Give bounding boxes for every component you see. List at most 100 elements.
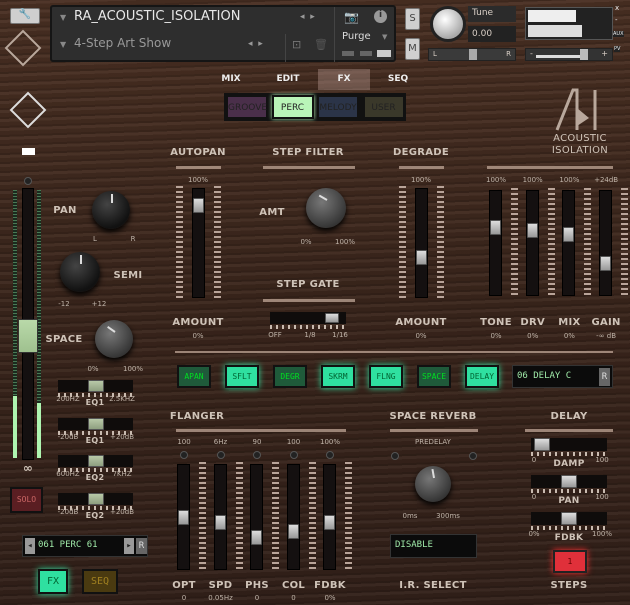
fx-toggle-flng[interactable]: FLNG: [369, 365, 403, 388]
info-icon[interactable]: i: [374, 10, 387, 23]
autopan-fader[interactable]: [192, 188, 205, 298]
save-icon[interactable]: ⊡: [292, 38, 301, 51]
solo-header-button[interactable]: S: [405, 8, 420, 30]
category-perc[interactable]: PERC: [272, 95, 314, 119]
master-mix-fader-handle[interactable]: [563, 227, 574, 242]
flanger-opt-fader[interactable]: [177, 464, 190, 570]
volume-handle[interactable]: [580, 49, 588, 60]
flanger-col-fader[interactable]: [287, 464, 300, 570]
flanger-col-fader-handle[interactable]: [288, 524, 299, 539]
tab-fx[interactable]: FX: [318, 69, 370, 90]
preset-name[interactable]: 061 PERC 61: [38, 540, 98, 550]
tab-edit[interactable]: EDIT: [274, 69, 302, 90]
preset-next-button[interactable]: ▸: [124, 538, 134, 554]
master-mix-fader[interactable]: [562, 190, 575, 296]
fx-toggle-sflt[interactable]: SFLT: [225, 365, 259, 388]
eq-handle[interactable]: [88, 455, 104, 467]
delay-handle[interactable]: [561, 512, 577, 525]
steps-button[interactable]: 1: [553, 550, 587, 573]
mute-header-button[interactable]: M: [405, 38, 420, 60]
instrument-name[interactable]: RA_ACOUSTIC_ISOLATION: [74, 9, 240, 24]
flanger-fdbk-fader[interactable]: [323, 464, 336, 570]
space-knob[interactable]: [95, 320, 133, 358]
delay-handle[interactable]: [534, 438, 550, 451]
delay-pan-slider[interactable]: [531, 475, 607, 488]
instrument-prev-next[interactable]: ◂ ▸: [300, 12, 315, 22]
dropdown-icon[interactable]: ▼: [60, 40, 66, 49]
tune-knob[interactable]: [430, 6, 466, 42]
predelay-knob[interactable]: [415, 466, 451, 502]
step-gate-slider[interactable]: [270, 312, 346, 324]
delay-handle[interactable]: [561, 475, 577, 488]
camera-icon[interactable]: 📷: [344, 10, 359, 24]
master-tone-fader-handle[interactable]: [490, 220, 501, 235]
pan-knob[interactable]: [92, 191, 130, 229]
eq-slider-2[interactable]: [58, 418, 133, 430]
minimize-button[interactable]: -: [615, 16, 618, 24]
flanger-opt-fader-handle[interactable]: [178, 510, 189, 525]
delay-name-label: PAN: [558, 496, 579, 506]
eq-slider-1[interactable]: [58, 380, 133, 392]
wrench-button[interactable]: 🔧: [10, 8, 40, 24]
flanger-phs-fader-handle[interactable]: [251, 530, 262, 545]
master-drv-fader-handle[interactable]: [527, 223, 538, 238]
flanger-fdbk-fader-handle[interactable]: [324, 515, 335, 530]
category-user[interactable]: USER: [363, 95, 405, 119]
delete-icon[interactable]: 🗑: [314, 38, 328, 51]
eq-slider-4[interactable]: [58, 493, 133, 505]
degrade-fader[interactable]: [415, 188, 428, 298]
snapshot-prev-next[interactable]: ◂ ▸: [248, 39, 263, 49]
infinity-link[interactable]: ∞: [23, 461, 33, 475]
eq-handle[interactable]: [88, 418, 104, 430]
aux-button[interactable]: AUX: [613, 31, 624, 37]
tab-seq[interactable]: SEQ: [386, 69, 410, 90]
pv-button[interactable]: PV: [614, 46, 620, 52]
autopan-fader-handle[interactable]: [193, 198, 204, 213]
delay-fdbk-slider[interactable]: [531, 512, 607, 525]
close-button[interactable]: x: [615, 4, 619, 12]
eq-handle[interactable]: [88, 493, 104, 505]
tune-value[interactable]: 0.00: [468, 26, 516, 42]
space-max-label: 100%: [123, 365, 143, 373]
fx-toggle-skrm[interactable]: SKRM: [321, 365, 355, 388]
fx-preset-reset-button[interactable]: R: [599, 368, 610, 386]
preset-prev-button[interactable]: ◂: [25, 538, 35, 554]
ir-select-display[interactable]: DISABLE: [390, 534, 477, 558]
volume-slider[interactable]: - +: [525, 48, 613, 61]
delay-damp-slider[interactable]: [531, 438, 607, 451]
flanger-phs-fader[interactable]: [250, 464, 263, 570]
eq-handle[interactable]: [88, 380, 104, 392]
master-tone-fader[interactable]: [489, 190, 502, 296]
fx-toggle-degr[interactable]: DEGR: [273, 365, 307, 388]
fx-preset-name[interactable]: 06 DELAY C: [517, 371, 571, 381]
flanger-spd-fader-handle[interactable]: [215, 515, 226, 530]
semi-knob[interactable]: [60, 252, 100, 292]
snapshot-name[interactable]: 4-Step Art Show: [74, 36, 171, 50]
pan-slider[interactable]: L R: [428, 48, 516, 61]
master-gain-fader[interactable]: [599, 190, 612, 296]
fx-toggle-space[interactable]: SPACE: [417, 365, 451, 388]
dropdown-icon[interactable]: ▼: [60, 13, 66, 22]
master-gain-fader-handle[interactable]: [600, 256, 611, 271]
main-volume-fader[interactable]: [22, 188, 34, 460]
pan-handle[interactable]: [469, 49, 477, 60]
fx-page-button[interactable]: FX: [38, 569, 68, 594]
tab-mix[interactable]: MIX: [218, 69, 244, 90]
purge-dropdown-icon[interactable]: ▼: [382, 33, 387, 41]
degrade-fader-handle[interactable]: [416, 250, 427, 265]
step-gate-handle[interactable]: [325, 313, 339, 323]
fx-toggle-delay[interactable]: DELAY: [465, 365, 499, 388]
category-groove[interactable]: GROOVE: [226, 95, 268, 119]
fx-toggle-apan[interactable]: APAN: [177, 365, 211, 388]
category-melody[interactable]: MELODY: [317, 95, 359, 119]
preset-reset-button[interactable]: R: [136, 538, 147, 554]
master-drv-fader[interactable]: [526, 190, 539, 296]
purge-menu[interactable]: Purge: [342, 31, 371, 42]
seq-page-button[interactable]: SEQ: [82, 569, 118, 594]
eq-slider-3[interactable]: [58, 455, 133, 467]
flanger-spd-fader[interactable]: [214, 464, 227, 570]
main-volume-handle[interactable]: [18, 319, 38, 353]
step-filter-amt-knob[interactable]: [306, 188, 346, 228]
solo-button[interactable]: SOLO: [10, 487, 43, 513]
semi-label: SEMI: [114, 270, 143, 281]
